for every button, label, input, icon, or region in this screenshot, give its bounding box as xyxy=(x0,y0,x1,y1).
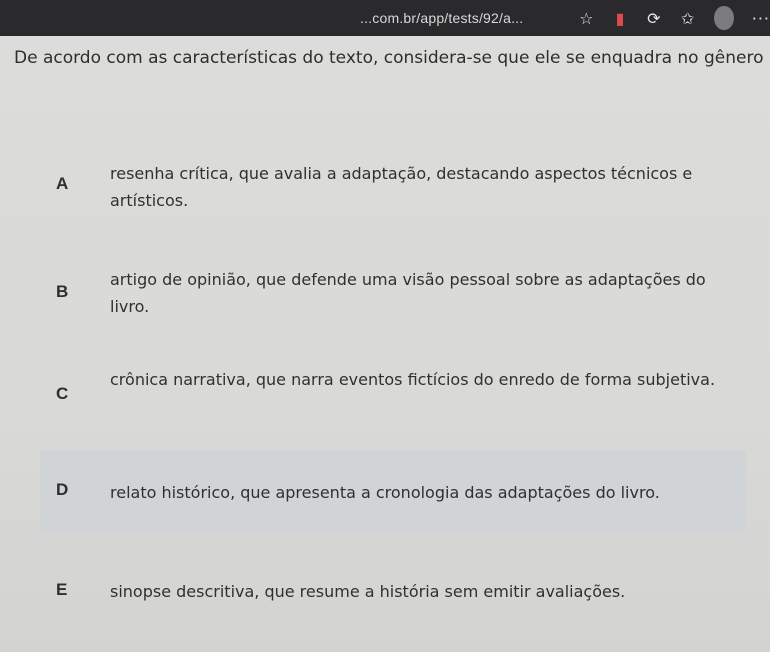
option-d[interactable]: D relato histórico, que apresenta a cron… xyxy=(40,450,746,532)
option-letter: E xyxy=(56,580,68,599)
option-b[interactable]: B artigo de opinião, que defende uma vis… xyxy=(40,266,746,336)
test-page: De acordo com as características do text… xyxy=(0,36,770,652)
option-text: resenha crítica, que avalia a adaptação,… xyxy=(110,164,693,210)
option-letter: D xyxy=(56,480,69,499)
browser-toolbar: ...com.br/app/tests/92/a... ☆ ▮ ⟳ ✩ ··· xyxy=(0,0,770,36)
more-menu-icon[interactable]: ··· xyxy=(752,9,770,28)
profile-avatar[interactable] xyxy=(714,6,734,30)
star-outline-icon[interactable]: ☆ xyxy=(577,7,595,29)
option-text: crônica narrativa, que narra eventos fic… xyxy=(110,370,716,389)
favorites-icon[interactable]: ✩ xyxy=(679,7,697,29)
reload-icon[interactable]: ⟳ xyxy=(645,7,663,29)
option-a[interactable]: A resenha crítica, que avalia a adaptaçã… xyxy=(40,160,746,230)
address-bar-url[interactable]: ...com.br/app/tests/92/a... xyxy=(360,10,561,26)
option-text: relato histórico, que apresenta a cronol… xyxy=(110,483,660,502)
option-letter: B xyxy=(56,282,69,301)
extension-icon[interactable]: ▮ xyxy=(611,7,629,29)
option-letter: C xyxy=(56,384,69,403)
option-e[interactable]: E sinopse descritiva, que resume a histó… xyxy=(40,568,746,618)
option-letter: A xyxy=(56,174,69,193)
question-text: De acordo com as características do text… xyxy=(14,48,764,68)
option-c[interactable]: C crônica narrativa, que narra eventos f… xyxy=(40,366,746,436)
option-text: artigo de opinião, que defende uma visão… xyxy=(110,270,706,316)
option-text: sinopse descritiva, que resume a históri… xyxy=(110,582,626,601)
